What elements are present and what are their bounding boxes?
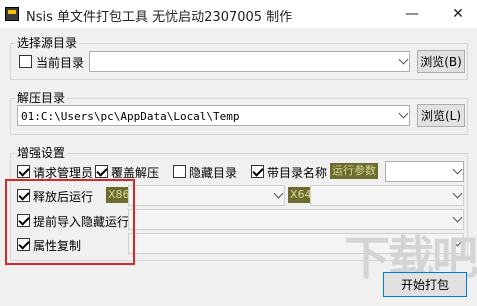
window-title: Nsis 单文件打包工具 无忧启动2307005 制作 (26, 10, 293, 25)
close-button[interactable]: ✕ (439, 0, 477, 28)
app-icon (5, 7, 19, 21)
run-params-tag: 运行参数 (330, 163, 378, 179)
source-group-title: 选择源目录 (15, 34, 80, 51)
x64-combo[interactable] (310, 185, 464, 206)
overwrite-extract-checkbox[interactable] (95, 165, 108, 178)
with-dir-name-checkbox[interactable] (251, 165, 264, 178)
source-path-combo[interactable] (89, 51, 410, 72)
browse-source-button[interactable]: 浏览(B) (417, 50, 465, 73)
chevron-down-icon (452, 212, 463, 222)
chevron-down-icon (452, 164, 463, 174)
watermark-logo: 下载吧 (344, 231, 477, 285)
chevron-down-icon (398, 108, 409, 118)
x86-combo[interactable] (128, 185, 285, 206)
current-dir-label: 当前目录 (36, 56, 85, 70)
minimize-button[interactable]: — (393, 0, 431, 28)
extract-group-title: 解压目录 (15, 89, 68, 106)
browse-extract-button[interactable]: 浏览(L) (417, 104, 465, 127)
title-bar: Nsis 单文件打包工具 无忧启动2307005 制作 — ✕ (0, 0, 477, 28)
enhance-group-title: 增强设置 (15, 144, 68, 161)
hide-dir-checkbox[interactable] (173, 165, 186, 178)
start-pack-button[interactable]: 开始打包 (383, 272, 467, 297)
current-dir-checkbox[interactable] (19, 55, 32, 68)
highlight-box (5, 179, 135, 265)
request-admin-checkbox[interactable] (17, 165, 30, 178)
run-params-combo[interactable] (385, 161, 464, 182)
chevron-down-icon (398, 54, 409, 64)
extract-path-combo[interactable]: 01:C:\Users\pc\AppData\Local\Temp (17, 105, 410, 126)
with-dir-name-label: 带目录名称 (267, 166, 328, 180)
chevron-down-icon (452, 188, 463, 198)
extract-path-value: 01:C:\Users\pc\AppData\Local\Temp (21, 110, 240, 123)
hide-dir-label: 隐藏目录 (189, 166, 238, 180)
chevron-down-icon (273, 188, 284, 198)
